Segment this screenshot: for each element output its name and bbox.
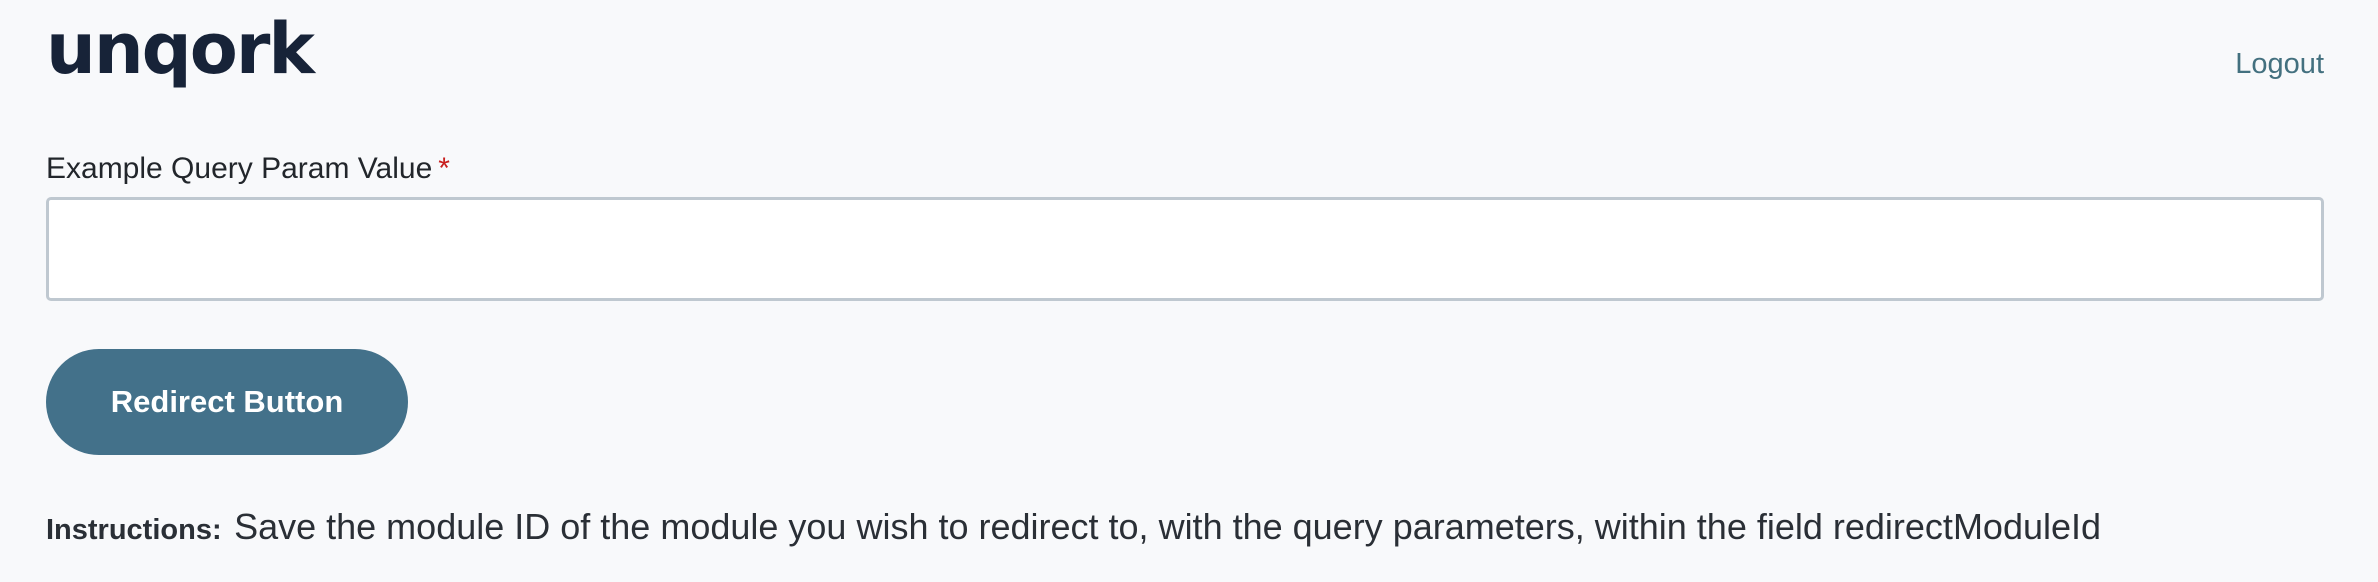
page: unqork Logout Example Query Param Value *… xyxy=(0,0,2378,582)
redirect-button[interactable]: Redirect Button xyxy=(46,349,408,455)
instructions-label: Instructions: xyxy=(46,514,222,546)
example-query-param-input[interactable] xyxy=(46,197,2324,301)
logout-link[interactable]: Logout xyxy=(2235,48,2324,81)
unqork-logo: unqork xyxy=(46,8,315,90)
field-label-text: Example Query Param Value xyxy=(46,152,433,185)
instructions-text: Save the module ID of the module you wis… xyxy=(234,506,2102,547)
instructions: Instructions: Save the module ID of the … xyxy=(46,506,2101,548)
required-marker: * xyxy=(438,152,450,185)
example-query-param-label: Example Query Param Value * xyxy=(46,152,450,186)
